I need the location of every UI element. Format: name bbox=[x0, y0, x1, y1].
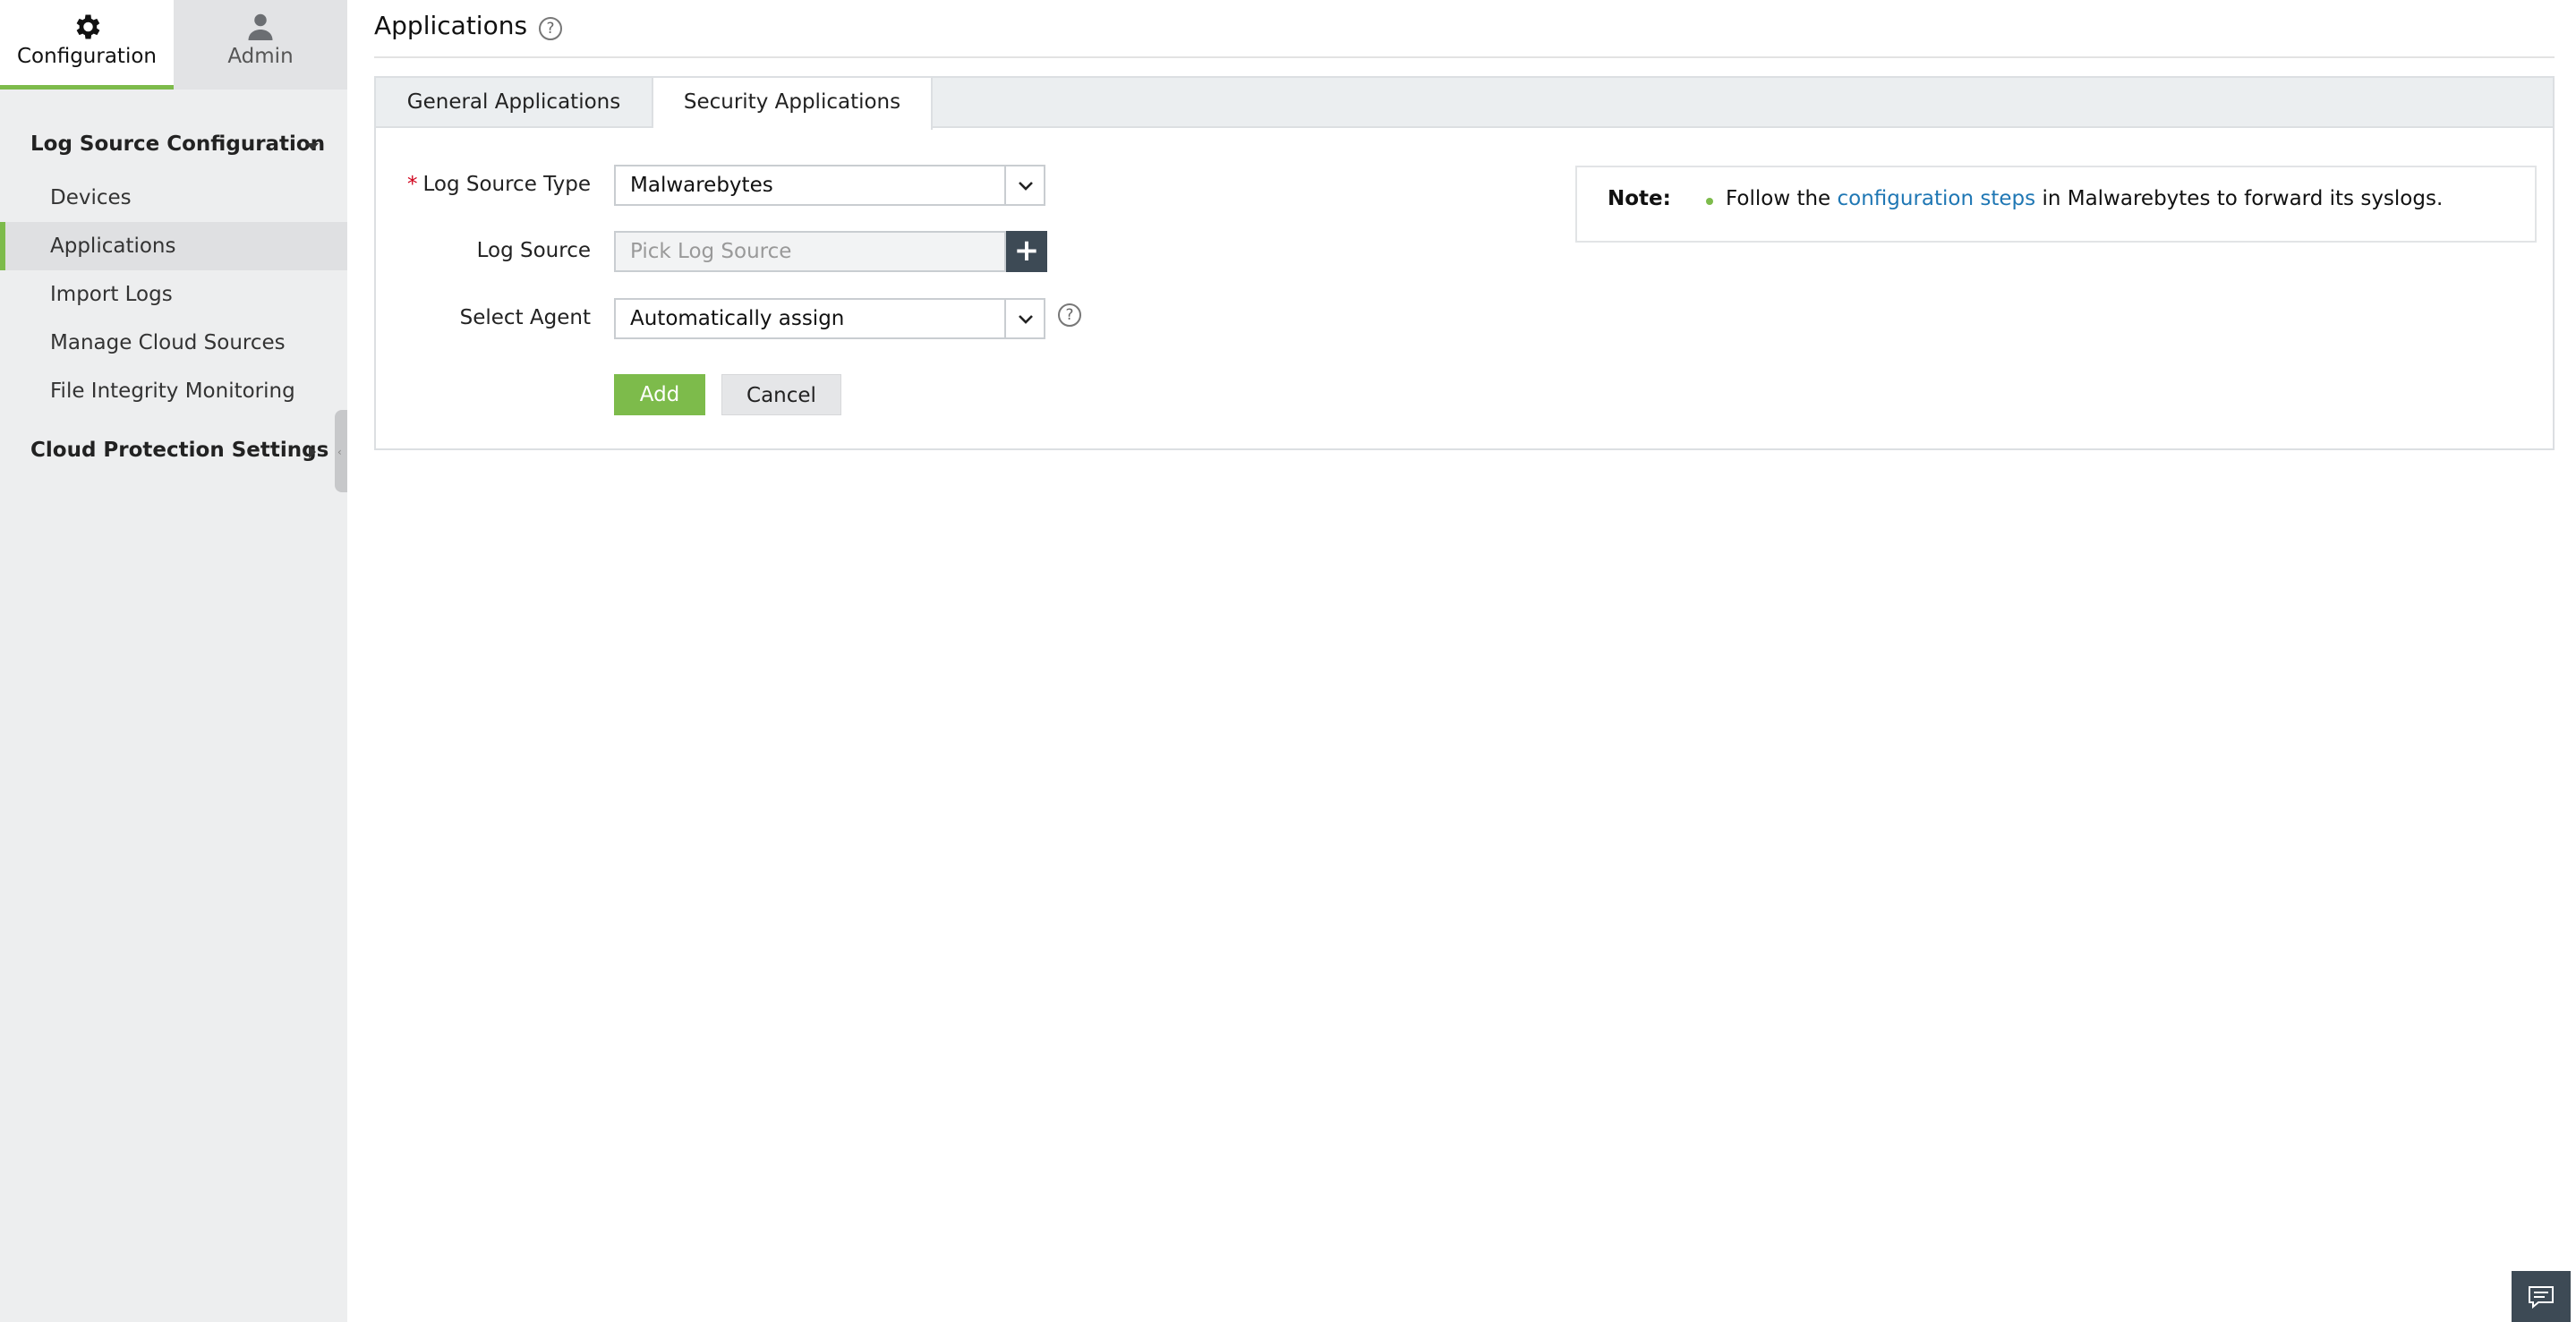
title-divider bbox=[374, 56, 2555, 58]
chevron-down-icon[interactable] bbox=[1004, 300, 1044, 337]
sidebar-collapse-handle[interactable]: ‹ bbox=[335, 410, 347, 492]
tab-bar: General Applications Security Applicatio… bbox=[376, 78, 2553, 130]
bullet-icon bbox=[1706, 198, 1713, 205]
tab-general-applications[interactable]: General Applications bbox=[376, 78, 653, 128]
chat-icon bbox=[2529, 1286, 2554, 1309]
user-icon bbox=[248, 13, 273, 40]
tab-configuration-label: Configuration bbox=[17, 45, 157, 68]
log-source-type-label: * Log Source Type bbox=[376, 173, 591, 196]
note-box: Note: Follow the configuration steps in … bbox=[1575, 166, 2537, 243]
add-button[interactable]: Add bbox=[614, 374, 705, 415]
add-log-source-button[interactable]: + bbox=[1006, 231, 1047, 272]
required-marker: * bbox=[406, 173, 418, 196]
log-source-input[interactable]: Pick Log Source bbox=[614, 231, 1006, 272]
select-agent-label: Select Agent bbox=[459, 306, 591, 329]
note-text: Follow the configuration steps in Malwar… bbox=[1726, 187, 2443, 210]
log-source-type-value: Malwarebytes bbox=[630, 174, 773, 197]
sidebar-item-devices[interactable]: Devices bbox=[0, 174, 347, 222]
select-agent-value: Automatically assign bbox=[630, 307, 845, 330]
log-source-picker: Pick Log Source + bbox=[614, 231, 1047, 272]
agent-help-icon[interactable]: ? bbox=[1058, 303, 1081, 327]
sidebar-item-file-integrity-monitoring[interactable]: File Integrity Monitoring bbox=[0, 367, 347, 415]
sidebar-item-applications[interactable]: Applications bbox=[0, 222, 347, 270]
help-icon[interactable]: ? bbox=[539, 17, 562, 40]
log-source-type-select[interactable]: Malwarebytes bbox=[614, 165, 1045, 206]
sidebar: Configuration Admin Log Source Configura… bbox=[0, 0, 347, 1322]
log-source-type-label-text: Log Source Type bbox=[422, 173, 591, 196]
tab-security-applications[interactable]: Security Applications bbox=[653, 78, 933, 130]
select-agent-select[interactable]: Automatically assign bbox=[614, 298, 1045, 339]
note-text-before: Follow the bbox=[1726, 187, 1838, 210]
note-text-after: in Malwarebytes to forward its syslogs. bbox=[2035, 187, 2444, 210]
configuration-steps-link[interactable]: configuration steps bbox=[1838, 187, 2036, 210]
caret-right-icon[interactable] bbox=[309, 446, 316, 458]
gear-icon bbox=[76, 14, 100, 39]
nav-section-cloud-protection-settings[interactable]: Cloud Protection Settings bbox=[30, 439, 328, 462]
sidebar-item-import-logs[interactable]: Import Logs bbox=[0, 270, 347, 319]
note-title: Note: bbox=[1608, 187, 1671, 210]
tab-admin[interactable]: Admin bbox=[174, 0, 347, 90]
tab-configuration[interactable]: Configuration bbox=[0, 0, 174, 90]
caret-down-icon[interactable] bbox=[306, 143, 319, 150]
top-tabs: Configuration Admin bbox=[0, 0, 347, 90]
chat-button[interactable] bbox=[2512, 1271, 2571, 1322]
chevron-down-icon[interactable] bbox=[1004, 166, 1044, 204]
sidebar-item-manage-cloud-sources[interactable]: Manage Cloud Sources bbox=[0, 319, 347, 367]
tab-admin-label: Admin bbox=[227, 45, 294, 68]
page-title: Applications bbox=[374, 11, 528, 40]
applications-panel: General Applications Security Applicatio… bbox=[374, 76, 2555, 450]
chevron-left-icon: ‹ bbox=[337, 446, 342, 458]
nav-section-log-source-configuration[interactable]: Log Source Configuration bbox=[30, 132, 325, 156]
log-source-label: Log Source bbox=[476, 239, 591, 262]
cancel-button[interactable]: Cancel bbox=[721, 374, 841, 415]
